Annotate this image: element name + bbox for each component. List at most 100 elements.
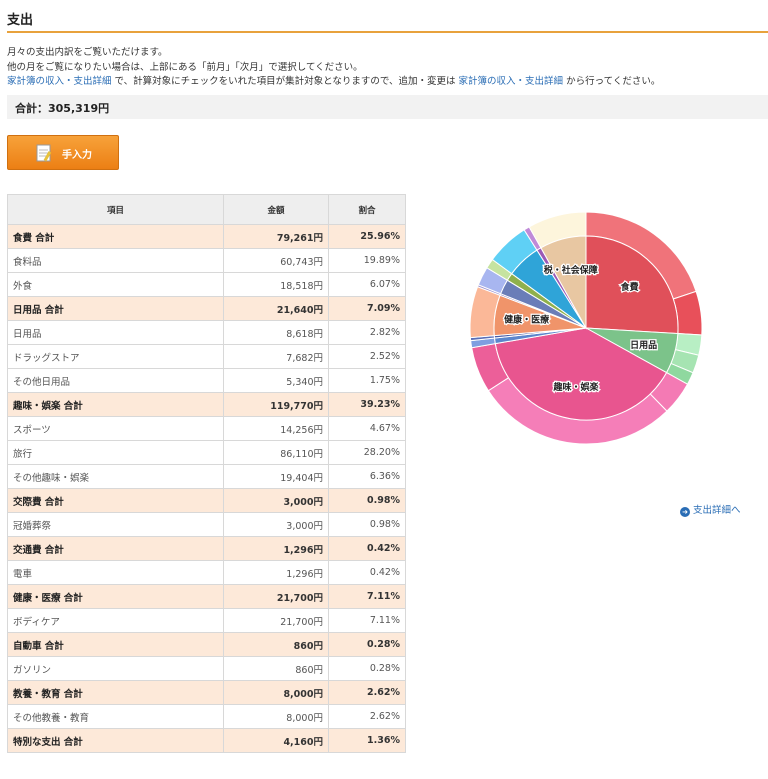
row-name: その他教養・教育 <box>7 704 224 729</box>
total-amount: 合計：305,319円 <box>15 102 110 115</box>
row-name: スポーツ <box>7 416 224 441</box>
kakeibo-detail-link-2[interactable]: 家計簿の収入・支出詳細 <box>459 76 564 87</box>
row-amount: 860円 <box>223 632 329 657</box>
row-amount: 3,000円 <box>223 512 329 537</box>
row-amount: 119,770円 <box>223 392 329 417</box>
row-ratio: 4.67% <box>328 416 406 441</box>
row-name: 冠婚葬祭 <box>7 512 224 537</box>
row-name: 食費 合計 <box>7 224 224 249</box>
kakeibo-detail-link-1[interactable]: 家計簿の収入・支出詳細 <box>7 76 112 87</box>
category-total-row: 特別な支出 合計 4,160円 1.36% <box>7 728 406 753</box>
manual-entry-label: 手入力 <box>62 150 92 161</box>
notepad-icon <box>36 144 52 162</box>
row-name: ガソリン <box>7 656 224 681</box>
row-ratio: 0.28% <box>328 656 406 681</box>
row-name: 旅行 <box>7 440 224 465</box>
row-ratio: 2.62% <box>328 704 406 729</box>
expense-detail-link[interactable]: ➜ 支出詳細へ <box>680 502 741 517</box>
category-total-row: 食費 合計 79,261円 25.96% <box>7 224 406 249</box>
row-amount: 8,000円 <box>223 704 329 729</box>
description-line-3-end: から行ってください。 <box>566 76 661 87</box>
row-ratio: 39.23% <box>328 392 406 417</box>
section-header: 支出 <box>0 0 768 33</box>
row-amount: 60,743円 <box>223 248 329 273</box>
row-name: 食料品 <box>7 248 224 273</box>
category-total-row: 自動車 合計 860円 0.28% <box>7 632 406 657</box>
row-amount: 7,682円 <box>223 344 329 369</box>
row-name: 健康・医療 合計 <box>7 584 224 609</box>
row-ratio: 1.36% <box>328 728 406 753</box>
expense-table: 項目 金額 割合 食費 合計 79,261円 25.96% 食料品 60,743円 19.… <box>7 194 406 753</box>
table-row: 電車 1,296円 0.42% <box>7 560 406 585</box>
row-ratio: 1.75% <box>328 368 406 393</box>
row-amount: 79,261円 <box>223 224 329 249</box>
description-line-2: 他の月をご覧になりたい場合は、上部にある「前月」「次月」で選択してください。 <box>7 62 363 73</box>
row-name: 趣味・娯楽 合計 <box>7 392 224 417</box>
row-ratio: 0.98% <box>328 512 406 537</box>
row-ratio: 0.42% <box>328 536 406 561</box>
category-total-row: 教養・教育 合計 8,000円 2.62% <box>7 680 406 705</box>
manual-entry-button[interactable]: 手入力 <box>7 135 119 170</box>
row-name: 電車 <box>7 560 224 585</box>
page-title: 支出 <box>7 13 34 28</box>
table-header-row: 項目 金額 割合 <box>7 194 406 225</box>
row-name: 日用品 <box>7 320 224 345</box>
row-ratio: 2.62% <box>328 680 406 705</box>
slice-label-0: 食費 <box>620 281 639 293</box>
row-ratio: 6.07% <box>328 272 406 297</box>
row-ratio: 7.11% <box>328 584 406 609</box>
category-total-row: 日用品 合計 21,640円 7.09% <box>7 296 406 321</box>
table-row: 食料品 60,743円 19.89% <box>7 248 406 273</box>
table-row: ボディケア 21,700円 7.11% <box>7 608 406 633</box>
row-amount: 21,700円 <box>223 584 329 609</box>
row-amount: 1,296円 <box>223 560 329 585</box>
row-name: 交通費 合計 <box>7 536 224 561</box>
table-row: 冠婚葬祭 3,000円 0.98% <box>7 512 406 537</box>
table-row: その他趣味・娯楽 19,404円 6.36% <box>7 464 406 489</box>
row-ratio: 0.28% <box>328 632 406 657</box>
slice-label-5: 健康・医療 <box>504 314 549 326</box>
row-amount: 21,640円 <box>223 296 329 321</box>
row-amount: 860円 <box>223 656 329 681</box>
category-total-row: 交通費 合計 1,296円 0.42% <box>7 536 406 561</box>
row-amount: 14,256円 <box>223 416 329 441</box>
row-amount: 3,000円 <box>223 488 329 513</box>
total-bar: 合計：305,319円 <box>7 95 768 119</box>
slice-label-1: 日用品 <box>630 340 657 351</box>
row-name: 特別な支出 合計 <box>7 728 224 753</box>
table-row: ドラッグストア 7,682円 2.52% <box>7 344 406 369</box>
slice-label-11: 税・社会保障 <box>544 264 598 276</box>
table-row: 日用品 8,618円 2.82% <box>7 320 406 345</box>
table-row: その他日用品 5,340円 1.75% <box>7 368 406 393</box>
row-amount: 1,296円 <box>223 536 329 561</box>
row-amount: 8,618円 <box>223 320 329 345</box>
row-name: その他趣味・娯楽 <box>7 464 224 489</box>
row-amount: 21,700円 <box>223 608 329 633</box>
row-name: ドラッグストア <box>7 344 224 369</box>
row-name: その他日用品 <box>7 368 224 393</box>
table-row: 旅行 86,110円 28.20% <box>7 440 406 465</box>
table-row: その他教養・教育 8,000円 2.62% <box>7 704 406 729</box>
row-amount: 5,340円 <box>223 368 329 393</box>
header-item: 項目 <box>7 194 224 225</box>
row-ratio: 2.52% <box>328 344 406 369</box>
header-amount: 金額 <box>223 194 329 225</box>
category-total-row: 趣味・娯楽 合計 119,770円 39.23% <box>7 392 406 417</box>
header-ratio: 割合 <box>328 194 406 225</box>
expense-pie-chart: 食費日用品趣味・娯楽 健康・医療 税・社会保障 <box>469 211 703 445</box>
row-name: 自動車 合計 <box>7 632 224 657</box>
slice-label-2: 趣味・娯楽 <box>552 381 599 393</box>
category-total-row: 交際費 合計 3,000円 0.98% <box>7 488 406 513</box>
row-ratio: 7.11% <box>328 608 406 633</box>
arrow-right-circle-icon: ➜ <box>680 507 690 517</box>
row-ratio: 7.09% <box>328 296 406 321</box>
row-name: 教養・教育 合計 <box>7 680 224 705</box>
row-amount: 18,518円 <box>223 272 329 297</box>
row-ratio: 19.89% <box>328 248 406 273</box>
description-line-3-mid: で、計算対象にチェックをいれた項目が集計対象となりますので、追加・変更は <box>114 76 456 87</box>
row-ratio: 25.96% <box>328 224 406 249</box>
row-ratio: 0.42% <box>328 560 406 585</box>
title-divider <box>7 31 768 33</box>
table-row: ガソリン 860円 0.28% <box>7 656 406 681</box>
table-row: 外食 18,518円 6.07% <box>7 272 406 297</box>
